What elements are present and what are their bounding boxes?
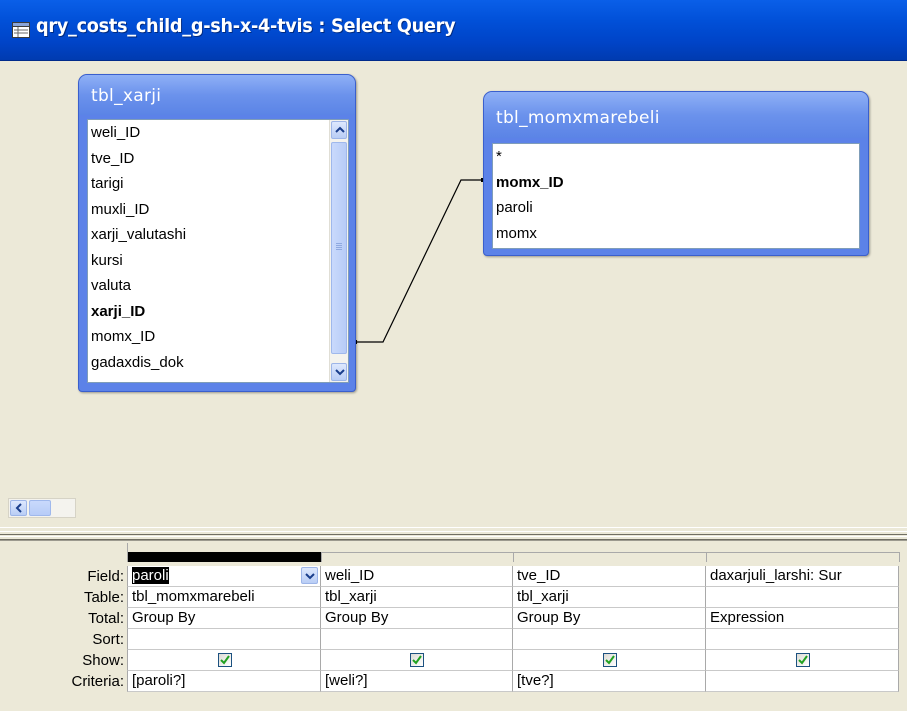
show-checkbox-3[interactable] bbox=[603, 653, 617, 667]
criteria-cell-3[interactable]: [tve?] bbox=[513, 671, 706, 692]
field-item-all[interactable]: * bbox=[493, 144, 859, 170]
table-pane: tbl_xarji weli_ID tve_ID tarigi muxli_ID… bbox=[0, 61, 907, 518]
title-bar: qry_costs_child_g-sh-x-4-tvis : Select Q… bbox=[0, 0, 907, 61]
scroll-thumb[interactable] bbox=[331, 142, 347, 354]
field-cell-1[interactable]: paroli bbox=[127, 566, 321, 587]
field-item-xarji-id-key[interactable]: xarji_ID bbox=[88, 299, 348, 325]
table-cell-4[interactable] bbox=[706, 587, 899, 608]
field-item-momx[interactable]: momx bbox=[493, 221, 859, 247]
column-selector-4[interactable] bbox=[707, 552, 900, 562]
scroll-thumb[interactable] bbox=[29, 500, 51, 516]
checkmark-icon bbox=[220, 655, 230, 665]
horizontal-scrollbar[interactable] bbox=[8, 498, 76, 518]
field-item-momx-id[interactable]: momx_ID bbox=[88, 324, 348, 350]
show-cell-1 bbox=[127, 650, 321, 671]
pane-splitter[interactable] bbox=[0, 527, 907, 541]
field-list-tbl-xarji[interactable]: tbl_xarji weli_ID tve_ID tarigi muxli_ID… bbox=[78, 74, 356, 392]
vertical-scrollbar[interactable] bbox=[329, 120, 348, 382]
total-cell-3[interactable]: Group By bbox=[513, 608, 706, 629]
grid-row-total: Total: Group By Group By Group By Expres… bbox=[0, 608, 907, 629]
field-item-tarigi[interactable]: tarigi bbox=[88, 171, 348, 197]
show-checkbox-4[interactable] bbox=[796, 653, 810, 667]
checkmark-icon bbox=[798, 655, 808, 665]
design-grid: Field: paroli weli_ID tve_ID daxarjuli_l… bbox=[0, 543, 907, 711]
show-checkbox-2[interactable] bbox=[410, 653, 424, 667]
scroll-down-button[interactable] bbox=[331, 363, 347, 381]
chevron-up-icon bbox=[335, 126, 345, 133]
field-item-gadaxdis-dok[interactable]: gadaxdis_dok bbox=[88, 350, 348, 376]
field-item-paroli[interactable]: paroli bbox=[493, 195, 859, 221]
grid-row-field: Field: paroli weli_ID tve_ID daxarjuli_l… bbox=[0, 566, 907, 587]
total-cell-2[interactable]: Group By bbox=[321, 608, 513, 629]
grip-icon bbox=[336, 243, 342, 251]
field-item-momx-id-key[interactable]: momx_ID bbox=[493, 170, 859, 196]
table-cell-2[interactable]: tbl_xarji bbox=[321, 587, 513, 608]
criteria-cell-2[interactable]: [weli?] bbox=[321, 671, 513, 692]
show-cell-2 bbox=[321, 650, 513, 671]
show-checkbox-1[interactable] bbox=[218, 653, 232, 667]
grid-row-show: Show: bbox=[0, 650, 907, 671]
sort-cell-4[interactable] bbox=[706, 629, 899, 650]
field-list-title: tbl_momxmarebeli bbox=[496, 108, 660, 128]
field-cell-4[interactable]: daxarjuli_larshi: Sur bbox=[706, 566, 899, 587]
column-selector-2[interactable] bbox=[322, 552, 514, 562]
show-cell-3 bbox=[513, 650, 706, 671]
checkmark-icon bbox=[412, 655, 422, 665]
field-list-tbl-momxmarebeli[interactable]: tbl_momxmarebeli * momx_ID paroli momx bbox=[483, 91, 869, 256]
show-cell-4 bbox=[706, 650, 899, 671]
sort-cell-3[interactable] bbox=[513, 629, 706, 650]
field-item-tve-id[interactable]: tve_ID bbox=[88, 146, 348, 172]
scroll-up-button[interactable] bbox=[331, 121, 347, 139]
chevron-down-icon bbox=[305, 573, 315, 580]
scroll-left-button[interactable] bbox=[10, 500, 27, 516]
grid-row-criteria: Criteria: [paroli?] [weli?] [tve?] bbox=[0, 671, 907, 692]
field-dropdown-button[interactable] bbox=[301, 567, 318, 584]
sort-cell-1[interactable] bbox=[127, 629, 321, 650]
field-item-xarji-valutashi[interactable]: xarji_valutashi bbox=[88, 222, 348, 248]
row-label-criteria: Criteria: bbox=[71, 673, 124, 690]
field-list-caption[interactable]: tbl_momxmarebeli bbox=[484, 92, 868, 138]
column-selector-3[interactable] bbox=[514, 552, 707, 562]
row-label-table: Table: bbox=[83, 589, 124, 606]
row-label-sort: Sort: bbox=[92, 631, 124, 648]
field-item-weli-id[interactable]: weli_ID bbox=[88, 120, 348, 146]
field-cell-2[interactable]: weli_ID bbox=[321, 566, 513, 587]
column-selector-strip bbox=[127, 543, 907, 562]
table-cell-3[interactable]: tbl_xarji bbox=[513, 587, 706, 608]
grid-row-sort: Sort: bbox=[0, 629, 907, 650]
field-item-kursi[interactable]: kursi bbox=[88, 248, 348, 274]
field-list-title: tbl_xarji bbox=[91, 86, 162, 106]
window-title: qry_costs_child_g-sh-x-4-tvis : Select Q… bbox=[36, 15, 456, 37]
field-list-caption[interactable]: tbl_xarji bbox=[79, 75, 355, 115]
field-item-valuta[interactable]: valuta bbox=[88, 273, 348, 299]
field-list-box[interactable]: * momx_ID paroli momx bbox=[492, 143, 860, 249]
criteria-cell-1[interactable]: [paroli?] bbox=[127, 671, 321, 692]
sort-cell-2[interactable] bbox=[321, 629, 513, 650]
grid-row-table: Table: tbl_momxmarebeli tbl_xarji tbl_xa… bbox=[0, 587, 907, 608]
field-list-box[interactable]: weli_ID tve_ID tarigi muxli_ID xarji_val… bbox=[87, 119, 349, 383]
criteria-cell-4[interactable] bbox=[706, 671, 899, 692]
chevron-left-icon bbox=[15, 503, 22, 513]
query-window-icon bbox=[12, 22, 30, 38]
field-cell-value[interactable]: paroli bbox=[132, 567, 169, 584]
checkmark-icon bbox=[605, 655, 615, 665]
total-cell-4[interactable]: Expression bbox=[706, 608, 899, 629]
chevron-down-icon bbox=[335, 369, 345, 376]
total-cell-1[interactable]: Group By bbox=[127, 608, 321, 629]
field-cell-3[interactable]: tve_ID bbox=[513, 566, 706, 587]
column-selector-1[interactable] bbox=[128, 552, 322, 562]
table-cell-1[interactable]: tbl_momxmarebeli bbox=[127, 587, 321, 608]
row-label-field: Field: bbox=[87, 568, 124, 585]
row-label-total: Total: bbox=[88, 610, 124, 627]
row-label-show: Show: bbox=[82, 652, 124, 669]
field-item-muxli-id[interactable]: muxli_ID bbox=[88, 197, 348, 223]
